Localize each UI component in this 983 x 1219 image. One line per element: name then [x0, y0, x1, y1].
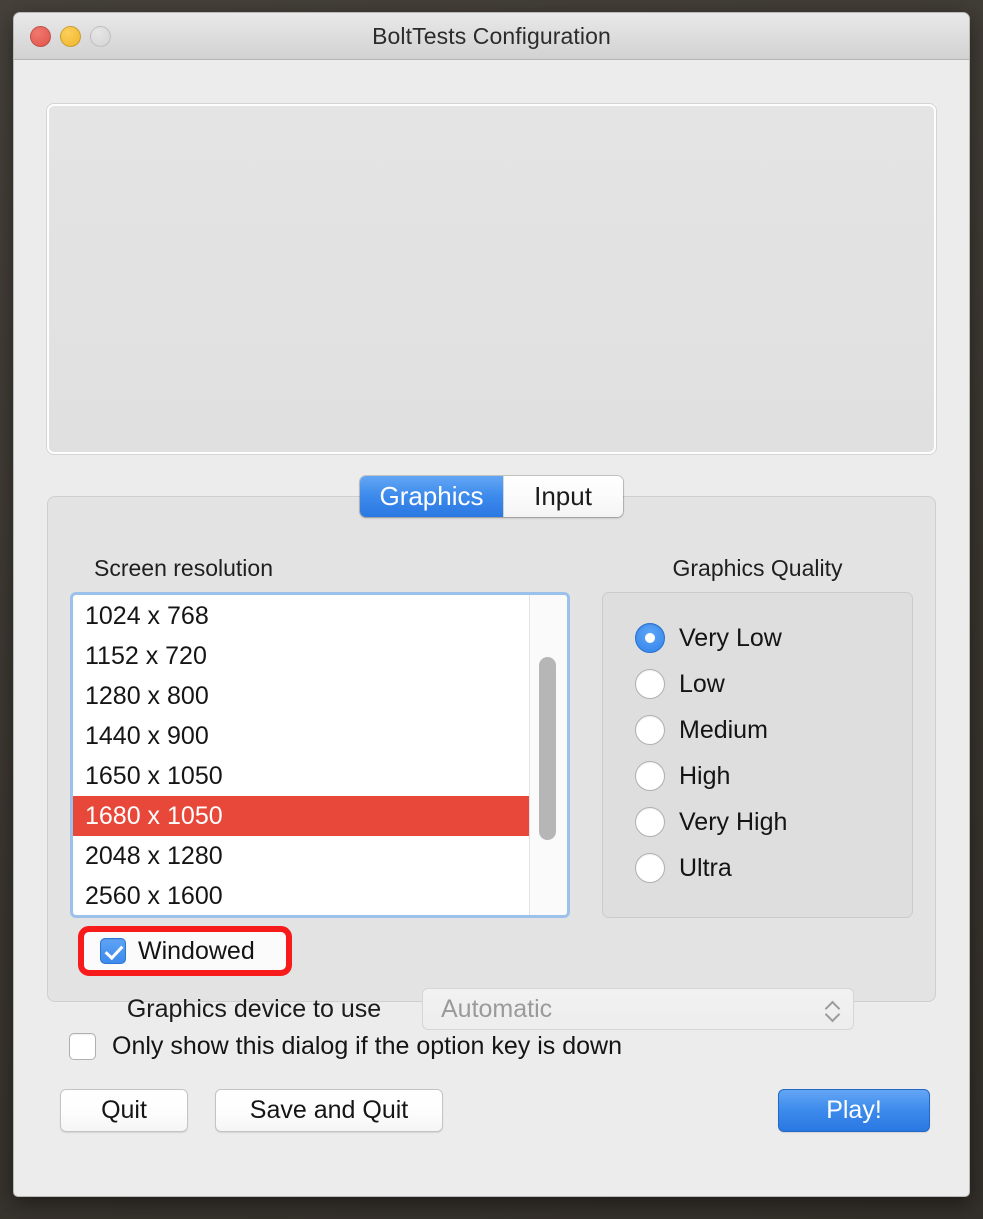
radio-medium[interactable]: Medium [615, 707, 912, 753]
windowed-label: Windowed [138, 936, 255, 965]
screen-resolution-label: Screen resolution [94, 555, 273, 581]
tab-graphics[interactable]: Graphics [360, 476, 503, 517]
minimize-button[interactable] [60, 25, 81, 47]
list-item[interactable]: 1650 x 1050 [73, 756, 529, 796]
list-item[interactable]: 1280 x 800 [73, 676, 529, 716]
graphics-quality-groupbox: Very Low Low Medium High Very High Ultra [602, 592, 913, 918]
graphics-device-value: Automatic [441, 994, 553, 1023]
resolution-list: 1024 x 768 1152 x 720 1280 x 800 1440 x … [73, 595, 529, 915]
panel-columns: Screen resolution 1024 x 768 1152 x 720 … [70, 535, 913, 918]
checkbox-icon-unchecked [69, 1033, 96, 1060]
graphics-device-row: Graphics device to use Automatic [70, 988, 913, 1030]
play-button[interactable]: Play! [778, 1089, 930, 1132]
radio-low[interactable]: Low [615, 661, 912, 707]
list-item[interactable]: 2048 x 1280 [73, 836, 529, 876]
tab-input[interactable]: Input [502, 476, 623, 517]
window-titlebar[interactable]: BoltTests Configuration [14, 13, 969, 60]
save-and-quit-button[interactable]: Save and Quit [215, 1089, 443, 1132]
list-item-selected[interactable]: 1680 x 1050 [73, 796, 529, 836]
radio-icon-selected [635, 623, 665, 653]
resolution-scrollbar[interactable] [529, 595, 567, 915]
windowed-annotation-wrap: Windowed [78, 926, 292, 976]
radio-label: Ultra [679, 853, 732, 882]
chevron-updown-icon[interactable] [821, 1000, 843, 1019]
radio-label: Very Low [679, 623, 782, 652]
tab-group: Graphics Input [360, 476, 623, 517]
radio-icon [635, 761, 665, 791]
graphics-quality-section: Graphics Quality Very Low Low Medium Hig… [602, 555, 913, 918]
radio-label: Very High [679, 807, 788, 836]
radio-label: Medium [679, 715, 768, 744]
list-item[interactable]: 1440 x 900 [73, 716, 529, 756]
close-button[interactable] [30, 25, 51, 47]
radio-ultra[interactable]: Ultra [615, 845, 912, 891]
window-controls [30, 25, 111, 47]
radio-label: Low [679, 669, 725, 698]
screen-resolution-section: Screen resolution 1024 x 768 1152 x 720 … [70, 555, 570, 918]
chevron-down-icon [826, 1011, 839, 1019]
list-item[interactable]: 1152 x 720 [73, 636, 529, 676]
zoom-button [90, 25, 111, 47]
window-title: BoltTests Configuration [372, 22, 611, 49]
option-key-label: Only show this dialog if the option key … [112, 1032, 622, 1060]
window-content: Graphics Input Screen resolution 1024 x … [14, 104, 969, 1196]
screen-resolution-listbox[interactable]: 1024 x 768 1152 x 720 1280 x 800 1440 x … [70, 592, 570, 918]
list-item[interactable]: 1024 x 768 [73, 596, 529, 636]
list-item[interactable]: 2560 x 1600 [73, 876, 529, 915]
radio-icon [635, 715, 665, 745]
radio-very-low[interactable]: Very Low [615, 615, 912, 661]
radio-icon [635, 807, 665, 837]
graphics-quality-label: Graphics Quality [672, 555, 843, 581]
radio-icon [635, 853, 665, 883]
graphics-device-select[interactable]: Automatic [422, 988, 854, 1030]
radio-label: High [679, 761, 731, 790]
tab-bar: Graphics Input [47, 476, 936, 517]
scrollbar-thumb[interactable] [539, 657, 556, 840]
checkbox-icon-checked [100, 938, 126, 964]
footer-button-bar: Quit Save and Quit Play! [47, 1089, 936, 1132]
option-key-checkbox-row[interactable]: Only show this dialog if the option key … [47, 1032, 936, 1061]
radio-high[interactable]: High [615, 753, 912, 799]
application-window: BoltTests Configuration Graphics Input S… [13, 12, 970, 1197]
radio-very-high[interactable]: Very High [615, 799, 912, 845]
splash-image-placeholder [47, 104, 936, 454]
desktop-background: BoltTests Configuration Graphics Input S… [0, 0, 983, 1219]
windowed-checkbox-row[interactable]: Windowed [78, 926, 292, 976]
radio-icon [635, 669, 665, 699]
graphics-device-label: Graphics device to use [126, 994, 382, 1023]
graphics-tab-panel: Screen resolution 1024 x 768 1152 x 720 … [47, 496, 936, 1030]
quit-button[interactable]: Quit [60, 1089, 188, 1132]
